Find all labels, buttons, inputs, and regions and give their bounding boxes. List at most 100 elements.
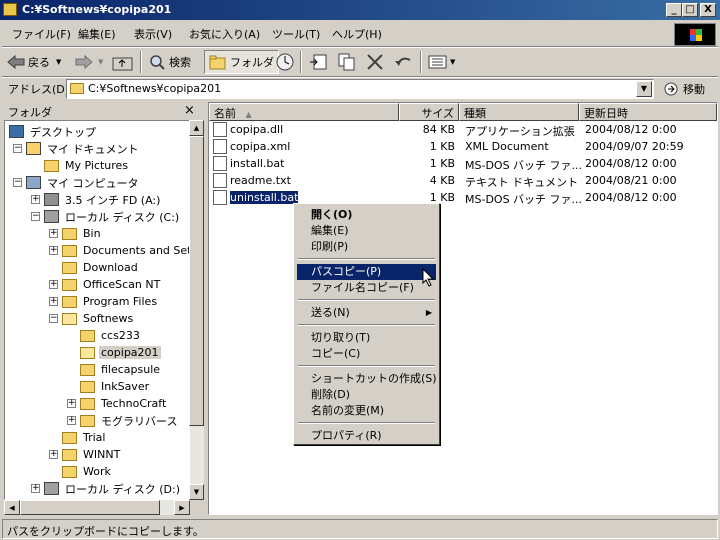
file-modified: 2004/08/21 0:00	[585, 174, 677, 187]
context-menu-item[interactable]: プロパティ(R)	[297, 428, 436, 444]
context-menu-item[interactable]: 開く(O)	[297, 207, 436, 223]
expand-icon[interactable]: +	[49, 246, 58, 255]
tree-node[interactable]: − マイ ドキュメント	[13, 140, 141, 157]
expand-icon[interactable]: +	[49, 229, 58, 238]
collapse-icon[interactable]: −	[13, 144, 22, 153]
maximize-button[interactable]: □	[682, 3, 698, 17]
file-row[interactable]: copipa.xml 1 KB XML Document 2004/09/07 20:…	[209, 138, 717, 155]
tree-node[interactable]: + WINNT	[49, 446, 122, 463]
floppy-drive-icon	[44, 193, 59, 206]
tree-node[interactable]: + OfficeScan NT	[49, 276, 162, 293]
scroll-up-button[interactable]: ▲	[189, 120, 204, 136]
expand-icon[interactable]: +	[67, 399, 76, 408]
expand-icon[interactable]: +	[49, 280, 58, 289]
close-button[interactable]: X	[700, 3, 716, 17]
expand-icon[interactable]: +	[49, 297, 58, 306]
hard-drive-icon	[44, 482, 59, 495]
scroll-down-button[interactable]: ▼	[189, 484, 204, 500]
file-row[interactable]: install.bat 1 KB MS-DOS バッチ ファ... 2004/08/1…	[209, 155, 717, 172]
folder-pane-close-button[interactable]: ×	[184, 103, 195, 118]
tree-horizontal-scrollbar[interactable]: ◀ ▶	[4, 500, 190, 515]
forward-button[interactable]: ▼	[74, 50, 103, 74]
expand-icon[interactable]: +	[49, 450, 58, 459]
tree-node[interactable]: デスクトップ	[9, 123, 98, 140]
tree-node[interactable]: + Program Files	[49, 293, 159, 310]
tree-node-label: ccs233	[101, 329, 140, 342]
tree-node[interactable]: + TechnoCraft	[67, 395, 168, 412]
history-button[interactable]	[274, 50, 296, 74]
tree-node[interactable]: ccs233	[67, 327, 142, 344]
tree-node[interactable]: Work	[49, 463, 113, 480]
tree-node[interactable]: − Softnews	[49, 310, 135, 327]
context-menu-item[interactable]: 名前の変更(M)	[297, 403, 436, 419]
column-name[interactable]: 名前 ▲	[209, 103, 399, 121]
menu-file[interactable]: ファイル(F)	[12, 26, 71, 42]
column-modified[interactable]: 更新日時	[579, 103, 717, 121]
go-button[interactable]: 移動	[664, 79, 705, 99]
copy-to-button[interactable]	[336, 50, 358, 74]
back-button[interactable]: 戻る ▼	[6, 50, 61, 74]
hard-drive-icon	[44, 210, 59, 223]
hscroll-thumb[interactable]	[20, 500, 160, 515]
column-size[interactable]: サイズ	[399, 103, 459, 121]
collapse-icon[interactable]: −	[49, 314, 58, 323]
context-menu-item[interactable]: ショートカットの作成(S)	[297, 371, 437, 387]
context-menu-item[interactable]: パスコピー(P)	[297, 264, 436, 280]
tree-node[interactable]: + ローカル ディスク (D:)	[31, 480, 182, 497]
minimize-button[interactable]: _	[666, 3, 682, 17]
move-to-button[interactable]	[308, 50, 330, 74]
expand-icon[interactable]: +	[31, 484, 40, 493]
search-icon	[150, 55, 165, 70]
tree-node[interactable]: + Documents and Sett	[49, 242, 189, 259]
forward-arrow-icon	[75, 54, 93, 70]
context-menu-item[interactable]: 削除(D)	[297, 387, 436, 403]
tree-node[interactable]: Trial	[49, 429, 107, 446]
tree-node[interactable]: filecapsule	[67, 361, 162, 378]
tree-node[interactable]: − マイ コンピュータ	[13, 174, 141, 191]
tree-node[interactable]: copipa201	[67, 344, 161, 361]
tree-node[interactable]: My Pictures	[31, 157, 130, 174]
menu-tools[interactable]: ツール(T)	[272, 26, 320, 42]
address-dropdown-button[interactable]: ▼	[636, 81, 652, 97]
tree-vertical-scrollbar[interactable]: ▲ ▼	[189, 120, 204, 500]
menu-view[interactable]: 表示(V)	[134, 26, 172, 42]
tree-node[interactable]: InkSaver	[67, 378, 151, 395]
folders-button[interactable]: フォルダ	[204, 50, 279, 74]
tree-node[interactable]: − ローカル ディスク (C:)	[31, 208, 181, 225]
menu-edit[interactable]: 編集(E)	[78, 26, 116, 42]
tree-node[interactable]: + Bin	[49, 225, 103, 242]
search-button[interactable]: 検索	[148, 50, 191, 74]
context-menu-item[interactable]: 送る(N) ▶	[297, 305, 436, 321]
file-name: copipa.dll	[230, 123, 284, 136]
file-row[interactable]: copipa.dll 84 KB アプリケーション拡張 2004/08/12 0:00	[209, 121, 717, 138]
folder-icon	[80, 414, 95, 427]
expand-icon[interactable]: +	[67, 416, 76, 425]
context-menu-item[interactable]: コピー(C)	[297, 346, 436, 362]
collapse-icon[interactable]: −	[13, 178, 22, 187]
views-button[interactable]: ▼	[428, 50, 455, 74]
file-row[interactable]: readme.txt 4 KB テキスト ドキュメント 2004/08/21 0:00	[209, 172, 717, 189]
folder-icon	[62, 448, 77, 461]
context-menu-item[interactable]: 印刷(P)	[297, 239, 436, 255]
scroll-right-button[interactable]: ▶	[174, 500, 190, 515]
expand-icon[interactable]: +	[31, 195, 40, 204]
delete-button[interactable]	[364, 50, 386, 74]
undo-button[interactable]	[392, 50, 414, 74]
scroll-thumb[interactable]	[189, 136, 204, 426]
menu-help[interactable]: ヘルプ(H)	[332, 26, 382, 42]
scroll-left-button[interactable]: ◀	[4, 500, 20, 515]
context-menu-item[interactable]: 編集(E)	[297, 223, 436, 239]
tree-node[interactable]: + モグラリバース	[67, 412, 179, 429]
context-menu-item[interactable]: ファイル名コピー(F)	[297, 280, 436, 296]
menu-favorites[interactable]: お気に入り(A)	[189, 26, 260, 42]
title-bar[interactable]: C:¥Softnews¥copipa201 _ □ X	[0, 0, 720, 20]
tree-node[interactable]: Download	[49, 259, 140, 276]
collapse-icon[interactable]: −	[31, 212, 40, 221]
file-row[interactable]: uninstall.bat 1 KB MS-DOS バッチ ファ... 2004/08…	[209, 189, 717, 206]
column-type[interactable]: 種類	[459, 103, 579, 121]
address-input[interactable]: C:¥Softnews¥copipa201 ▼	[66, 79, 654, 99]
up-folder-button[interactable]	[112, 50, 134, 74]
tree-node[interactable]: +3.5 インチ FD (A:)	[31, 191, 162, 208]
address-value[interactable]: C:¥Softnews¥copipa201	[88, 82, 221, 95]
context-menu-item[interactable]: 切り取り(T)	[297, 330, 436, 346]
